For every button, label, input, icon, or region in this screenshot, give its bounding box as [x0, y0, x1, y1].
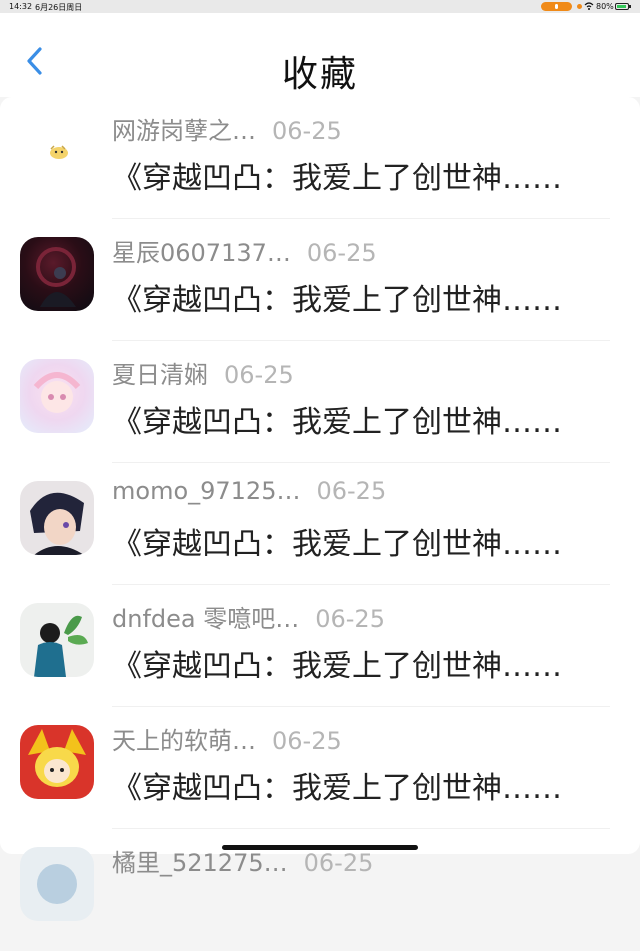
status-date: 6月26日周日 — [35, 3, 83, 12]
item-content: 《穿越凹凸：我爱上了创世神…… — [112, 649, 562, 684]
list-item[interactable]: dnfdea 零噫吧… 06-25 《穿越凹凸：我爱上了创世神…… — [0, 585, 640, 707]
item-content: 《穿越凹凸：我爱上了创世神…… — [112, 161, 562, 196]
author-name: 橘里_521275… — [112, 849, 288, 877]
status-time: 14:32 — [9, 2, 33, 11]
avatar — [20, 237, 94, 311]
avatar — [20, 359, 94, 433]
item-author: dnfdea 零噫吧… 06-25 — [112, 599, 385, 634]
item-author: 夏日清娴 06-25 — [112, 355, 294, 390]
list-item[interactable]: momo_97125… 06-25 《穿越凹凸：我爱上了创世神…… — [0, 463, 640, 585]
item-date: 06-25 — [272, 117, 342, 145]
list-item[interactable]: 天上的软萌… 06-25 《穿越凹凸：我爱上了创世神…… — [0, 707, 640, 829]
item-date: 06-25 — [303, 849, 374, 877]
avatar — [20, 481, 94, 555]
status-bar: 14:32 6月26日周日 80% — [0, 0, 640, 13]
battery-icon — [615, 3, 631, 10]
privacy-dot-icon — [577, 4, 582, 9]
author-name: 网游岗孽之… — [112, 117, 256, 145]
item-content: 《穿越凹凸：我爱上了创世神…… — [112, 771, 562, 806]
item-author: 天上的软萌… 06-25 — [112, 721, 342, 756]
list-item[interactable]: 星辰0607137… 06-25 《穿越凹凸：我爱上了创世神…… — [0, 219, 640, 341]
avatar — [20, 847, 94, 921]
list-item[interactable]: 网游岗孽之… 06-25 《穿越凹凸：我爱上了创世神…… — [0, 97, 640, 219]
author-name: 夏日清娴 — [112, 361, 208, 389]
author-name: dnfdea 零噫吧… — [112, 605, 300, 633]
avatar — [20, 725, 94, 799]
item-content: 《穿越凹凸：我爱上了创世神…… — [112, 283, 562, 318]
microphone-indicator-icon — [541, 2, 572, 11]
avatar — [20, 115, 94, 189]
author-name: 天上的软萌… — [112, 727, 256, 755]
battery-percent: 80% — [596, 2, 614, 11]
item-author: 网游岗孽之… 06-25 — [112, 111, 342, 146]
item-author: momo_97125… 06-25 — [112, 477, 386, 505]
avatar — [20, 603, 94, 677]
item-content: 《穿越凹凸：我爱上了创世神…… — [112, 527, 562, 562]
author-name: 星辰0607137… — [112, 239, 291, 267]
item-date: 06-25 — [315, 605, 385, 633]
item-date: 06-25 — [272, 727, 342, 755]
home-indicator[interactable] — [222, 845, 418, 850]
item-date: 06-25 — [316, 477, 387, 505]
favorites-list[interactable]: 网游岗孽之… 06-25 《穿越凹凸：我爱上了创世神…… 星辰0607137… 06… — [0, 97, 640, 921]
item-author: 星辰0607137… 06-25 — [112, 233, 377, 268]
navigation-bar: 收藏 — [0, 13, 640, 97]
item-date: 06-25 — [224, 361, 294, 389]
author-name: momo_97125… — [112, 477, 301, 505]
item-content: 《穿越凹凸：我爱上了创世神…… — [112, 405, 562, 440]
item-date: 06-25 — [306, 239, 377, 267]
page-title: 收藏 — [281, 54, 358, 95]
list-item[interactable]: 夏日清娴 06-25 《穿越凹凸：我爱上了创世神…… — [0, 341, 640, 463]
wifi-icon — [584, 1, 594, 13]
